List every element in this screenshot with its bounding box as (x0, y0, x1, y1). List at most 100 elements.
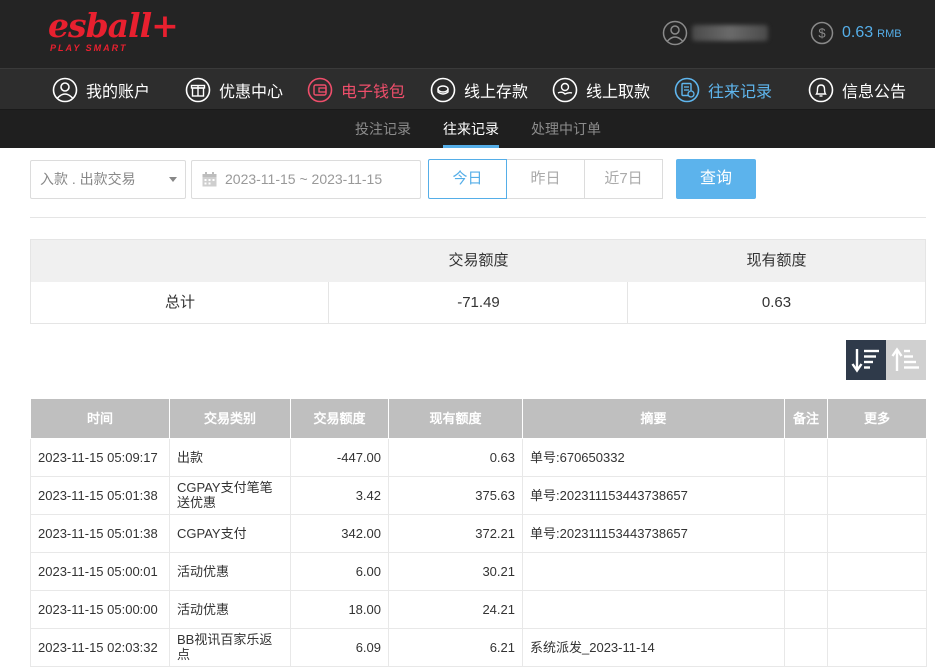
wallet-balance: $ 0.63 RMB (810, 19, 920, 47)
cell-balance: 375.63 (388, 475, 523, 515)
brand-logo[interactable]: esball+ PLAY SMART (48, 6, 179, 56)
nav-announcements[interactable]: 信息公告 (808, 76, 906, 104)
cell-balance: 372.21 (388, 513, 523, 553)
svg-text:$: $ (818, 26, 826, 41)
column-header-summary[interactable]: 摘要 (522, 399, 785, 439)
today-button[interactable]: 今日 (428, 159, 507, 199)
cell-more[interactable] (827, 589, 927, 629)
yesterday-button[interactable]: 昨日 (506, 159, 585, 199)
summary-total-label: 总计 (164, 294, 195, 311)
column-header-balance[interactable]: 现有额度 (388, 399, 523, 439)
top-header: esball+ PLAY SMART $ 0.63 RMB (0, 0, 935, 68)
cell-note (784, 513, 828, 553)
last-7-days-button[interactable]: 近7日 (584, 159, 663, 199)
cell-type: CGPAY支付 (169, 513, 291, 553)
nav-label: 往来记录 (708, 84, 773, 101)
main-nav: 我的账户 优惠中心 电子钱包 线上存款 线上取款 往来记录 信息公告 (0, 68, 935, 110)
cell-more[interactable] (827, 437, 927, 477)
subtab-bet-records[interactable]: 投注记录 (355, 110, 411, 148)
cell-note (784, 475, 828, 515)
user-account[interactable] (662, 18, 772, 48)
nav-label: 线上存款 (464, 84, 529, 101)
column-header-amount[interactable]: 交易额度 (290, 399, 389, 439)
transaction-type-select[interactable]: 入款 . 出款交易 (30, 160, 186, 199)
summary-header-balance: 现有额度 (746, 252, 807, 269)
cell-summary: 单号:202311153443738657 (522, 475, 785, 515)
nav-online-withdraw[interactable]: 线上取款 (552, 76, 650, 104)
table-row: 2023-11-15 05:01:38 CGPAY支付笔笔送优惠 3.42 37… (30, 475, 927, 515)
table-row: 2023-11-15 05:00:01 活动优惠 6.00 30.21 (30, 551, 927, 591)
query-button[interactable]: 查询 (676, 159, 756, 199)
date-range-value: 2023-11-15 ~ 2023-11-15 (225, 171, 383, 187)
brand-tagline: PLAY SMART (50, 43, 128, 53)
cell-balance: 30.21 (388, 551, 523, 591)
cell-note (784, 589, 828, 629)
cell-summary: 单号:670650332 (522, 437, 785, 477)
deposit-icon (430, 77, 456, 103)
cell-amount: 18.00 (290, 589, 389, 629)
cell-time: 2023-11-15 05:01:38 (30, 475, 170, 515)
cell-summary (522, 551, 785, 591)
nav-label: 优惠中心 (219, 84, 284, 101)
calendar-icon (202, 172, 217, 187)
column-header-note[interactable]: 备注 (784, 399, 828, 439)
subtab-pending-orders[interactable]: 处理中订单 (531, 110, 601, 148)
table-header-row: 时间 交易类别 交易额度 现有额度 摘要 备注 更多 (30, 399, 927, 439)
transaction-type-value: 入款 . 出款交易 (40, 171, 136, 187)
nav-e-wallet[interactable]: 电子钱包 (307, 76, 405, 104)
date-range-picker[interactable]: 2023-11-15 ~ 2023-11-15 (191, 160, 421, 199)
summary-header-blank (31, 240, 329, 282)
summary-header: 交易额度 现有额度 (31, 240, 925, 282)
cell-type: 活动优惠 (169, 551, 291, 591)
cell-more[interactable] (827, 627, 927, 667)
withdraw-icon (552, 77, 578, 103)
brand-name: esball+ (48, 6, 179, 45)
user-circle-icon (52, 77, 78, 103)
sort-ascending-button[interactable] (886, 340, 926, 380)
nav-my-account[interactable]: 我的账户 (52, 76, 150, 104)
caret-down-icon (169, 177, 177, 182)
cell-amount: 6.00 (290, 551, 389, 591)
username-redacted (692, 25, 768, 41)
column-header-type[interactable]: 交易类别 (169, 399, 291, 439)
cell-amount: 6.09 (290, 627, 389, 667)
wallet-icon (307, 77, 333, 103)
cell-more[interactable] (827, 513, 927, 553)
nav-label: 线上取款 (586, 84, 651, 101)
nav-promotions[interactable]: 优惠中心 (185, 76, 283, 104)
nav-online-deposit[interactable]: 线上存款 (430, 76, 528, 104)
cell-note (784, 627, 828, 667)
date-shortcut-group: 今日 昨日 近7日 (428, 159, 666, 199)
nav-label: 我的账户 (86, 84, 151, 101)
cell-more[interactable] (827, 551, 927, 591)
cell-type: CGPAY支付笔笔送优惠 (169, 475, 291, 515)
cell-balance: 24.21 (388, 589, 523, 629)
summary-current-balance: 0.63 (761, 294, 792, 311)
sort-descending-button[interactable] (846, 340, 886, 380)
cell-time: 2023-11-15 05:01:38 (30, 513, 170, 553)
column-header-more[interactable]: 更多 (827, 399, 927, 439)
column-header-time[interactable]: 时间 (30, 399, 170, 439)
cell-time: 2023-11-15 05:00:01 (30, 551, 170, 591)
cell-amount: 3.42 (290, 475, 389, 515)
cell-note (784, 437, 828, 477)
balance-value: 0.63 (842, 24, 874, 41)
cell-time: 2023-11-15 05:00:00 (30, 589, 170, 629)
cell-more[interactable] (827, 475, 927, 515)
nav-transaction-records[interactable]: 往来记录 (674, 76, 772, 104)
table-row: 2023-11-15 05:00:00 活动优惠 18.00 24.21 (30, 589, 927, 629)
cell-amount: 342.00 (290, 513, 389, 553)
cell-time: 2023-11-15 05:09:17 (30, 437, 170, 477)
dollar-coin-icon: $ (810, 21, 834, 45)
cell-summary (522, 589, 785, 629)
cell-balance: 0.63 (388, 437, 523, 477)
summary-header-transaction: 交易额度 (448, 252, 509, 269)
cell-time: 2023-11-15 02:03:32 (30, 627, 170, 667)
cell-type: 活动优惠 (169, 589, 291, 629)
bell-icon (808, 77, 834, 103)
sub-nav: 投注记录 往来记录 处理中订单 (0, 110, 935, 148)
table-row: 2023-11-15 02:03:32 BB视讯百家乐返点 6.09 6.21 … (30, 627, 927, 667)
subtab-transaction-records[interactable]: 往来记录 (443, 110, 499, 148)
records-icon (674, 77, 700, 103)
cell-amount: -447.00 (290, 437, 389, 477)
